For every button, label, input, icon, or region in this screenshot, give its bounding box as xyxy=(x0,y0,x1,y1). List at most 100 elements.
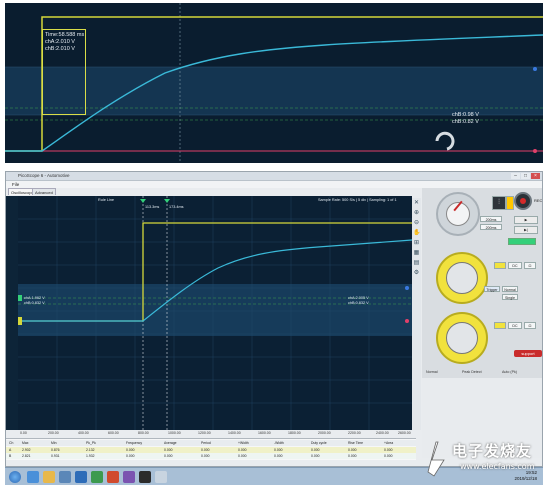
x-tick: 1400.00 xyxy=(228,431,241,435)
measure-icon[interactable]: ▦ xyxy=(413,250,420,257)
elecfans-logo-icon xyxy=(427,441,445,477)
tab-advanced[interactable]: Advanced xyxy=(32,188,56,195)
x-tick: 2200.00 xyxy=(348,431,361,435)
menu-file[interactable]: File xyxy=(12,182,19,187)
option-peak-detect[interactable]: Peak Detect xyxy=(462,370,482,374)
play-button[interactable]: ▶ xyxy=(514,216,538,224)
ruler-icon[interactable]: ⊞ xyxy=(413,240,420,247)
right-cursor-value-a: chA:2.005 V xyxy=(348,296,369,300)
table-cell: 0.000 xyxy=(384,454,393,458)
right-readout-1: chB:0.98 V xyxy=(452,112,479,118)
x-tick: 2600.00 xyxy=(398,431,411,435)
table-cell: 0.000 xyxy=(126,454,135,458)
normal-button[interactable]: Normal xyxy=(502,286,518,292)
x-tick: 1200.00 xyxy=(198,431,211,435)
zoom-in-icon[interactable]: ⊕ xyxy=(413,210,420,217)
channel-a-coupling[interactable]: DC xyxy=(508,262,522,269)
tab-strip: Oscilloscope Advanced xyxy=(6,188,416,195)
support-button[interactable]: support xyxy=(514,350,542,357)
hand-icon[interactable]: ✋ xyxy=(413,230,420,237)
channel-b-dial-center xyxy=(446,322,478,354)
app-icon[interactable] xyxy=(123,471,135,483)
main-scope-view[interactable]: Rule Line Sample Rate: 500 S/s | 5 div |… xyxy=(18,196,412,430)
measurements-header: Ch Max Min Pk_Pk Frequency Average Perio… xyxy=(6,440,416,446)
ppt-icon[interactable] xyxy=(107,471,119,483)
column-header: +Width xyxy=(238,441,249,445)
table-cell: B xyxy=(9,454,12,458)
option-auto[interactable]: Auto (Pk) xyxy=(502,370,517,374)
scope-sample-info: Sample Rate: 500 S/s | 5 div | Sampling:… xyxy=(318,198,397,202)
step-button[interactable]: ▶| xyxy=(514,226,538,234)
minimize-button[interactable]: – xyxy=(511,173,520,179)
channel-a-dial-center xyxy=(446,262,478,294)
x-axis-ticks: 0.00 200.00 400.00 600.00 800.00 1000.00… xyxy=(18,430,412,437)
watermark-url: www.elecfans.com xyxy=(460,462,535,471)
column-header: Max xyxy=(22,441,29,445)
start-button-icon[interactable] xyxy=(9,471,21,483)
media-icon[interactable] xyxy=(59,471,71,483)
trigger-button[interactable]: Trigger xyxy=(484,286,500,292)
table-row[interactable]: B 2.821 0.931 1.932 0.000 0.000 0.000 0.… xyxy=(6,453,416,459)
window-title: PicoScope 6 - Automotive xyxy=(18,173,70,178)
maximize-button[interactable]: □ xyxy=(521,173,530,179)
folder-icon[interactable] xyxy=(506,196,514,210)
table-cell: 0.931 xyxy=(51,454,60,458)
zoomed-scope-view: Time:58.588 ms chA:2.010 V chB:2.010 V c… xyxy=(5,3,543,163)
export-icon[interactable]: ▤ xyxy=(413,260,420,267)
column-header: Duty cycle xyxy=(311,441,327,445)
explorer-icon[interactable] xyxy=(43,471,55,483)
channel-b-toggle[interactable] xyxy=(494,322,506,329)
main-scope-plot xyxy=(18,196,412,430)
channel-a-option[interactable]: ⊡ xyxy=(524,262,536,269)
cursor-readout-chb: chB:2.010 V xyxy=(45,46,75,52)
close-button[interactable]: × xyxy=(531,173,540,179)
table-cell: 0.000 xyxy=(164,454,173,458)
view-toolbar: ✕ ⊕ ⊖ ✋ ⊞ ▦ ▤ ⚙ xyxy=(412,198,421,430)
column-header: Average xyxy=(164,441,177,445)
range-select[interactable]: 200ms xyxy=(480,224,502,230)
settings-icon[interactable]: ⚙ xyxy=(413,270,420,277)
table-cell: 0.000 xyxy=(311,454,320,458)
channel-a-toggle[interactable] xyxy=(494,262,506,269)
x-tick: 600.00 xyxy=(108,431,119,435)
cursor-label-2: 173.4ms xyxy=(169,205,184,209)
timebase-select[interactable]: 200ms xyxy=(480,216,502,222)
excel-icon[interactable] xyxy=(91,471,103,483)
channels-icon[interactable]: ⫶ xyxy=(492,196,506,210)
measurements-table: Ch Max Min Pk_Pk Frequency Average Perio… xyxy=(6,438,416,460)
title-bar: PicoScope 6 - Automotive – □ × xyxy=(6,172,542,181)
cursor-label-1: 113.3ms xyxy=(145,205,160,209)
option-normal[interactable]: Normal xyxy=(426,370,438,374)
picoscope-taskbar-icon[interactable] xyxy=(139,471,151,483)
cursor-readout-time: Time:58.588 ms xyxy=(45,32,85,38)
zoom-fit-icon[interactable]: ✕ xyxy=(413,200,420,207)
left-cursor-value-a: chA:1.962 V xyxy=(24,296,45,300)
zoom-out-icon[interactable]: ⊖ xyxy=(413,220,420,227)
column-header: Frequency xyxy=(126,441,143,445)
column-header: Period xyxy=(201,441,211,445)
column-header: Pk_Pk xyxy=(86,441,96,445)
word-icon[interactable] xyxy=(75,471,87,483)
table-cell: 0.000 xyxy=(238,454,247,458)
x-tick: 200.00 xyxy=(48,431,59,435)
channel-b-coupling[interactable]: DC xyxy=(508,322,522,329)
channel-b-option[interactable]: ⊡ xyxy=(524,322,536,329)
x-tick: 2000.00 xyxy=(318,431,331,435)
column-header: -Width xyxy=(274,441,284,445)
elecfans-watermark: 电子发烧友 www.elecfans.com xyxy=(420,436,550,480)
control-panel: REC ⫶ 200ms 200ms ▶ ▶| DC ⊡ Trigger Norm… xyxy=(422,188,542,458)
table-cell: 0.000 xyxy=(201,454,210,458)
x-tick: 0.00 xyxy=(20,431,27,435)
scope-label: Rule Line xyxy=(98,198,115,202)
watermark-title: 电子发烧友 xyxy=(452,442,533,460)
x-tick: 1800.00 xyxy=(288,431,301,435)
ie-icon[interactable] xyxy=(27,471,39,483)
x-tick: 1600.00 xyxy=(258,431,271,435)
menu-bar: File xyxy=(6,181,542,188)
x-tick: 2400.00 xyxy=(376,431,389,435)
x-tick: 1000.00 xyxy=(168,431,181,435)
single-button[interactable]: Single xyxy=(502,294,518,300)
x-tick: 400.00 xyxy=(78,431,89,435)
right-cursor-value-b: chB:0.832 V xyxy=(348,301,369,305)
app-icon[interactable] xyxy=(155,471,167,483)
